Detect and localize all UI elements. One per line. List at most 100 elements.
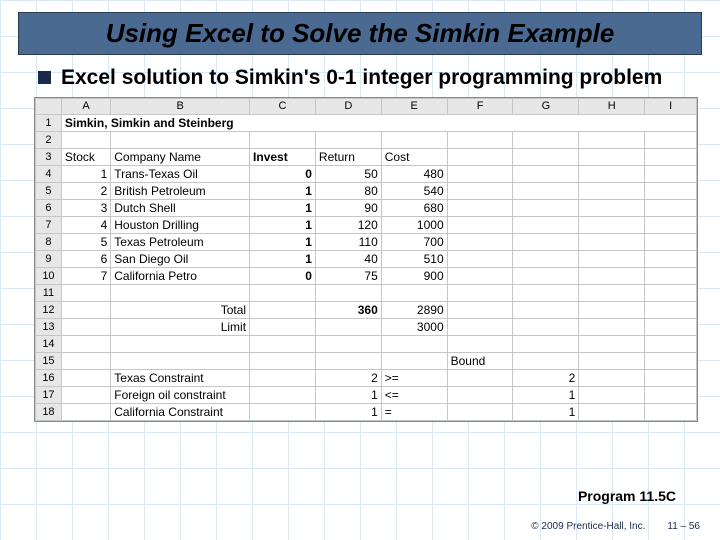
copyright-text: © 2009 Prentice-Hall, Inc. <box>531 521 645 532</box>
cell <box>645 233 697 250</box>
cell <box>447 386 513 403</box>
cell <box>381 335 447 352</box>
cell <box>645 403 697 420</box>
cell: 700 <box>381 233 447 250</box>
cell: 5 <box>61 233 110 250</box>
cell <box>579 318 645 335</box>
cell: 1 <box>250 250 316 267</box>
cell <box>579 403 645 420</box>
cell: 510 <box>381 250 447 267</box>
cell <box>61 369 110 386</box>
cell <box>250 131 316 148</box>
cell: <= <box>381 386 447 403</box>
cell <box>579 233 645 250</box>
row-header: 15 <box>36 352 62 369</box>
cell: 4 <box>61 216 110 233</box>
cell: 1 <box>61 165 110 182</box>
cell: 1000 <box>381 216 447 233</box>
cell <box>579 301 645 318</box>
table-row: 107California Petro075900 <box>36 267 697 284</box>
cell: 3 <box>61 199 110 216</box>
cell: 360 <box>315 301 381 318</box>
cell <box>381 284 447 301</box>
cell: 80 <box>315 182 381 199</box>
cell <box>250 284 316 301</box>
spreadsheet-grid: ABCDEFGHI 1Simkin, Simkin and Steinberg2… <box>35 98 697 421</box>
cell: Trans-Texas Oil <box>111 165 250 182</box>
cell <box>447 165 513 182</box>
square-bullet-icon <box>38 71 51 84</box>
cell <box>645 301 697 318</box>
cell <box>61 131 110 148</box>
cell <box>61 386 110 403</box>
slide-title: Using Excel to Solve the Simkin Example <box>29 19 691 48</box>
cell <box>315 335 381 352</box>
cell <box>447 148 513 165</box>
cell <box>61 403 110 420</box>
cell: Simkin, Simkin and Steinberg <box>61 114 696 131</box>
cell <box>513 335 579 352</box>
cell <box>250 301 316 318</box>
cell <box>645 182 697 199</box>
cell: Dutch Shell <box>111 199 250 216</box>
cell: Bound <box>447 352 513 369</box>
cell: Stock <box>61 148 110 165</box>
cell <box>645 250 697 267</box>
col-header-D: D <box>315 98 381 114</box>
cell <box>513 267 579 284</box>
cell: 2 <box>61 182 110 199</box>
col-header-H: H <box>579 98 645 114</box>
table-row: 11 <box>36 284 697 301</box>
page-number: 11 – 56 <box>667 521 700 532</box>
cell: 90 <box>315 199 381 216</box>
cell: 0 <box>250 165 316 182</box>
cell <box>111 335 250 352</box>
corner-cell <box>36 98 62 114</box>
cell <box>579 250 645 267</box>
cell <box>579 131 645 148</box>
col-header-E: E <box>381 98 447 114</box>
cell <box>579 199 645 216</box>
cell: California Constraint <box>111 403 250 420</box>
cell <box>513 284 579 301</box>
cell <box>579 386 645 403</box>
cell <box>513 352 579 369</box>
cell: 50 <box>315 165 381 182</box>
row-header: 12 <box>36 301 62 318</box>
row-header: 17 <box>36 386 62 403</box>
cell: 480 <box>381 165 447 182</box>
cell <box>61 301 110 318</box>
cell: 2 <box>513 369 579 386</box>
cell <box>645 148 697 165</box>
row-header: 10 <box>36 267 62 284</box>
table-row: 74Houston Drilling11201000 <box>36 216 697 233</box>
row-header: 1 <box>36 114 62 131</box>
cell: 40 <box>315 250 381 267</box>
cell: San Diego Oil <box>111 250 250 267</box>
cell <box>447 335 513 352</box>
row-header: 4 <box>36 165 62 182</box>
cell: Texas Petroleum <box>111 233 250 250</box>
cell <box>579 216 645 233</box>
table-row: 16Texas Constraint2>=2 <box>36 369 697 386</box>
cell <box>579 335 645 352</box>
cell <box>250 403 316 420</box>
cell <box>447 250 513 267</box>
row-header: 11 <box>36 284 62 301</box>
cell: 1 <box>250 182 316 199</box>
cell <box>513 148 579 165</box>
row-header: 9 <box>36 250 62 267</box>
cell <box>111 131 250 148</box>
table-row: 63Dutch Shell190680 <box>36 199 697 216</box>
cell: 7 <box>61 267 110 284</box>
cell <box>645 131 697 148</box>
cell <box>513 233 579 250</box>
cell <box>381 131 447 148</box>
cell <box>645 352 697 369</box>
bullet-area: Excel solution to Simkin's 0-1 integer p… <box>38 65 692 91</box>
cell <box>250 352 316 369</box>
cell: 1 <box>250 199 316 216</box>
row-header: 2 <box>36 131 62 148</box>
row-header: 8 <box>36 233 62 250</box>
table-row: 13Limit3000 <box>36 318 697 335</box>
